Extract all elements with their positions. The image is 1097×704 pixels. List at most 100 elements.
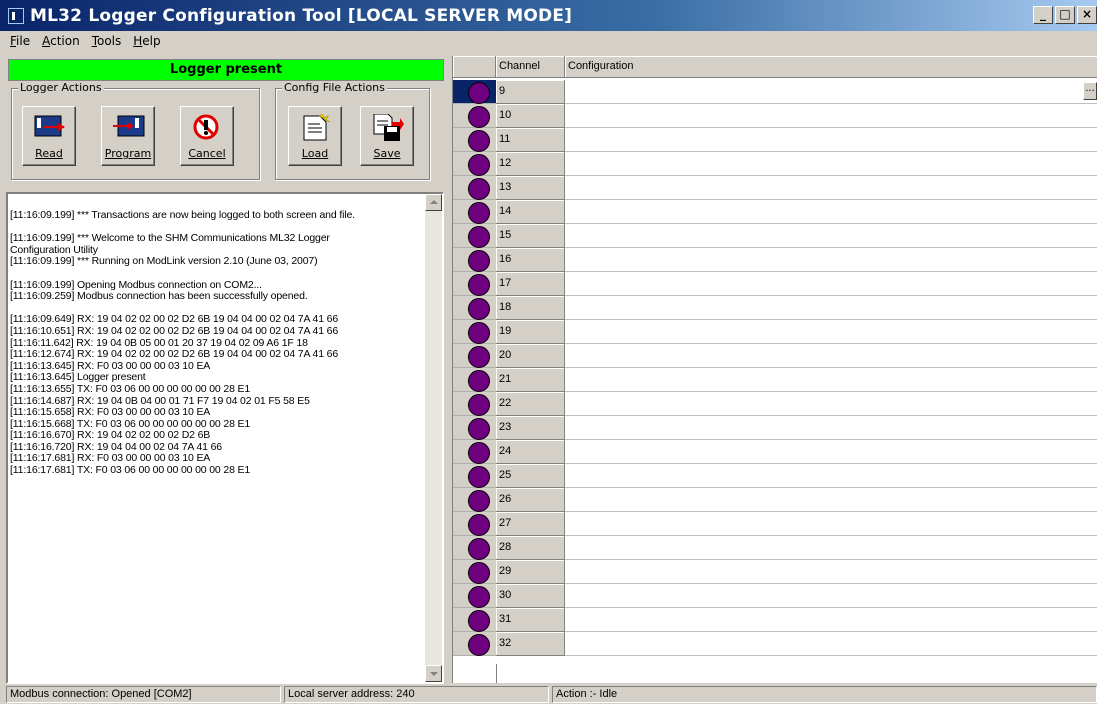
- maximize-button[interactable]: □: [1055, 6, 1075, 24]
- row-indicator[interactable]: [453, 440, 496, 464]
- channel-status-dot-icon: [468, 418, 490, 440]
- configuration-cell[interactable]: [565, 152, 1097, 176]
- configuration-cell[interactable]: [565, 248, 1097, 272]
- minimize-button[interactable]: _: [1033, 6, 1053, 24]
- menu-file[interactable]: File: [4, 34, 36, 48]
- logger-status-banner: Logger present: [8, 59, 444, 81]
- row-indicator[interactable]: [453, 104, 496, 128]
- channel-cell[interactable]: 24: [496, 440, 565, 464]
- row-indicator[interactable]: [453, 200, 496, 224]
- configuration-cell[interactable]: [565, 104, 1097, 128]
- channel-cell[interactable]: 30: [496, 584, 565, 608]
- channel-cell[interactable]: 22: [496, 392, 565, 416]
- transaction-log[interactable]: [11:16:09.199] *** Transactions are now …: [6, 192, 444, 684]
- scroll-up-button[interactable]: [425, 194, 442, 211]
- configuration-cell[interactable]: [565, 128, 1097, 152]
- scroll-down-button[interactable]: [425, 665, 442, 682]
- menu-help[interactable]: Help: [127, 34, 166, 48]
- row-indicator[interactable]: [453, 368, 496, 392]
- channel-cell[interactable]: 15: [496, 224, 565, 248]
- row-indicator[interactable]: [453, 176, 496, 200]
- configuration-cell[interactable]: [565, 416, 1097, 440]
- row-indicator[interactable]: [453, 296, 496, 320]
- row-indicator[interactable]: [453, 344, 496, 368]
- channel-status-dot-icon: [468, 370, 490, 392]
- row-indicator[interactable]: [453, 536, 496, 560]
- row-indicator[interactable]: [453, 152, 496, 176]
- configuration-cell[interactable]: [565, 632, 1097, 656]
- configuration-cell[interactable]: [565, 392, 1097, 416]
- channel-cell[interactable]: 25: [496, 464, 565, 488]
- configuration-cell[interactable]: ...: [565, 80, 1097, 104]
- channel-status-dot-icon: [468, 346, 490, 368]
- channel-status-dot-icon: [468, 106, 490, 128]
- channel-cell[interactable]: 12: [496, 152, 565, 176]
- channel-cell[interactable]: 11: [496, 128, 565, 152]
- configuration-cell[interactable]: [565, 512, 1097, 536]
- configuration-cell[interactable]: [565, 200, 1097, 224]
- configuration-ellipsis-button[interactable]: ...: [1083, 82, 1097, 100]
- row-indicator[interactable]: [453, 488, 496, 512]
- row-indicator[interactable]: [453, 608, 496, 632]
- row-indicator[interactable]: [453, 320, 496, 344]
- close-button[interactable]: ×: [1077, 6, 1097, 24]
- channel-cell[interactable]: 28: [496, 536, 565, 560]
- header-configuration[interactable]: Configuration: [565, 56, 1097, 78]
- configuration-cell[interactable]: [565, 176, 1097, 200]
- channel-cell[interactable]: 21: [496, 368, 565, 392]
- config-file-actions-group: Config File Actions Load Save: [275, 81, 430, 180]
- row-indicator[interactable]: [453, 392, 496, 416]
- header-channel[interactable]: Channel: [496, 56, 565, 78]
- configuration-cell[interactable]: [565, 344, 1097, 368]
- row-indicator[interactable]: [453, 416, 496, 440]
- channel-cell[interactable]: 23: [496, 416, 565, 440]
- configuration-cell[interactable]: [565, 272, 1097, 296]
- configuration-cell[interactable]: [565, 320, 1097, 344]
- menu-tools[interactable]: Tools: [86, 34, 128, 48]
- configuration-cell[interactable]: [565, 440, 1097, 464]
- configuration-cell[interactable]: [565, 464, 1097, 488]
- configuration-cell[interactable]: [565, 368, 1097, 392]
- channel-cell[interactable]: 26: [496, 488, 565, 512]
- app-icon[interactable]: [8, 7, 24, 24]
- read-button[interactable]: Read: [22, 106, 76, 166]
- row-indicator[interactable]: [453, 272, 496, 296]
- row-indicator[interactable]: [453, 248, 496, 272]
- configuration-cell[interactable]: [565, 224, 1097, 248]
- channel-grid[interactable]: Channel Configuration 9... 10 11 12 13 14 15 16…: [452, 56, 1097, 683]
- channel-cell[interactable]: 9: [496, 80, 565, 104]
- row-indicator[interactable]: [453, 464, 496, 488]
- row-indicator[interactable]: [453, 128, 496, 152]
- channel-cell[interactable]: 19: [496, 320, 565, 344]
- channel-cell[interactable]: 27: [496, 512, 565, 536]
- row-indicator[interactable]: [453, 512, 496, 536]
- channel-cell[interactable]: 32: [496, 632, 565, 656]
- channel-cell[interactable]: 17: [496, 272, 565, 296]
- cancel-button[interactable]: Cancel: [180, 106, 234, 166]
- row-indicator[interactable]: [453, 632, 496, 656]
- program-button[interactable]: Program: [101, 106, 155, 166]
- channel-cell[interactable]: 16: [496, 248, 565, 272]
- row-indicator[interactable]: [453, 80, 496, 104]
- log-scrollbar[interactable]: [425, 194, 442, 682]
- menu-action[interactable]: Action: [36, 34, 86, 48]
- channel-cell[interactable]: 20: [496, 344, 565, 368]
- configuration-cell[interactable]: [565, 488, 1097, 512]
- configuration-cell[interactable]: [565, 608, 1097, 632]
- channel-cell[interactable]: 14: [496, 200, 565, 224]
- configuration-cell[interactable]: [565, 560, 1097, 584]
- channel-status-dot-icon: [468, 490, 490, 512]
- channel-cell[interactable]: 29: [496, 560, 565, 584]
- load-button[interactable]: Load: [288, 106, 342, 166]
- channel-cell[interactable]: 31: [496, 608, 565, 632]
- configuration-cell[interactable]: [565, 296, 1097, 320]
- channel-cell[interactable]: 10: [496, 104, 565, 128]
- channel-cell[interactable]: 13: [496, 176, 565, 200]
- configuration-cell[interactable]: [565, 584, 1097, 608]
- configuration-cell[interactable]: [565, 536, 1097, 560]
- channel-cell[interactable]: 18: [496, 296, 565, 320]
- row-indicator[interactable]: [453, 224, 496, 248]
- save-button[interactable]: Save: [360, 106, 414, 166]
- row-indicator[interactable]: [453, 584, 496, 608]
- row-indicator[interactable]: [453, 560, 496, 584]
